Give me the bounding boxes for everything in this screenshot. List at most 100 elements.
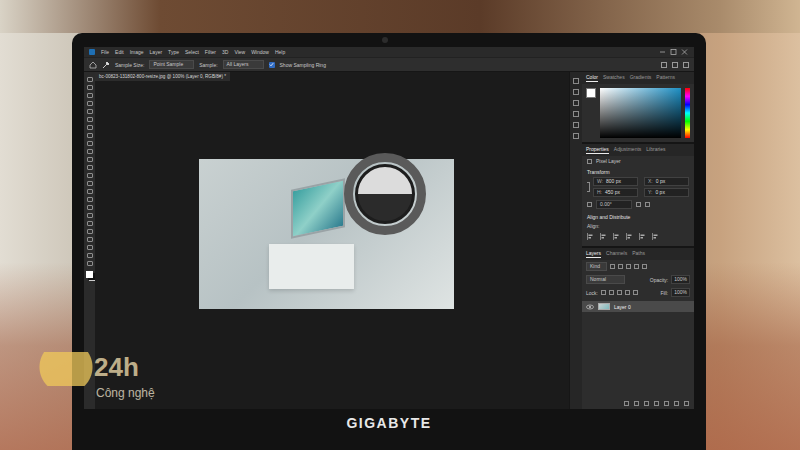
tool-icon[interactable] [87,93,93,98]
menu-item[interactable]: View [234,49,245,55]
panel-tab[interactable]: Patterns [656,74,675,82]
tool-icon[interactable] [87,133,93,138]
tool-icon[interactable] [87,101,93,106]
align-icon[interactable] [652,233,659,240]
tool-icon[interactable] [87,109,93,114]
tool-icon[interactable] [87,77,93,82]
panel-icon[interactable] [573,89,579,95]
eyedropper-icon[interactable] [102,61,110,69]
tool-icon[interactable] [87,213,93,218]
lock-icon[interactable] [633,290,638,295]
panel-icon[interactable] [573,111,579,117]
align-title[interactable]: Align and Distribute [582,211,694,221]
align-icon[interactable] [626,233,633,240]
sample-dropdown[interactable]: All Layers [223,60,264,69]
transform-field[interactable]: H:450 px [593,188,638,197]
blend-mode-dropdown[interactable]: Normal [586,275,625,284]
tool-icon[interactable] [87,165,93,170]
panel-tab[interactable]: Adjustments [614,146,642,154]
tool-icon[interactable] [87,157,93,162]
layer-action-icon[interactable] [654,401,659,406]
tool-icon[interactable] [87,117,93,122]
tool-icon[interactable] [87,205,93,210]
tool-icon[interactable] [87,253,93,258]
filter-dropdown[interactable]: Kind [586,262,607,271]
filter-icon[interactable] [610,264,615,269]
transform-title[interactable]: Transform [582,166,694,176]
eye-icon[interactable] [586,304,594,310]
panel-tab[interactable]: Layers [586,250,601,258]
panel-tab[interactable]: Properties [586,146,609,154]
layer-action-icon[interactable] [684,401,689,406]
transform-field[interactable]: W:800 px [593,177,638,186]
lock-icon[interactable] [601,290,606,295]
search-icon[interactable] [661,62,667,68]
color-spectrum[interactable] [600,88,681,138]
window-controls-icon[interactable] [659,49,689,55]
menu-item[interactable]: Layer [150,49,163,55]
filter-icon[interactable] [634,264,639,269]
tool-icon[interactable] [87,229,93,234]
panel-tab[interactable]: Channels [606,250,627,258]
menu-item[interactable]: Edit [115,49,124,55]
panel-icon[interactable] [573,100,579,106]
tool-icon[interactable] [87,125,93,130]
tool-icon[interactable] [87,85,93,90]
home-icon[interactable] [89,61,97,69]
flip-icon[interactable] [636,202,641,207]
lock-icon[interactable] [625,290,630,295]
sample-size-dropdown[interactable]: Point Sample [149,60,194,69]
layer-action-icon[interactable] [664,401,669,406]
tool-icon[interactable] [87,237,93,242]
document-tab[interactable]: bc-00823-131802-800-resize.jpg @ 100% (L… [95,72,230,81]
align-icon[interactable] [587,233,594,240]
menu-item[interactable]: Select [185,49,199,55]
menu-item[interactable]: Help [275,49,285,55]
sampling-ring-checkbox[interactable] [269,62,275,68]
transform-field[interactable]: X:0 px [644,177,689,186]
tool-icon[interactable] [87,221,93,226]
layer-action-icon[interactable] [674,401,679,406]
panel-tab[interactable]: Color [586,74,598,82]
color-swatches-icon[interactable] [86,271,93,278]
tool-icon[interactable] [87,149,93,154]
layer-row[interactable]: Layer 0 [582,301,694,312]
panel-tab[interactable]: Gradients [630,74,652,82]
filter-icon[interactable] [642,264,647,269]
tool-icon[interactable] [87,261,93,266]
tool-icon[interactable] [87,141,93,146]
panel-icon[interactable] [573,122,579,128]
panel-icon[interactable] [573,133,579,139]
link-icon[interactable] [587,182,590,192]
menu-item[interactable]: Type [168,49,179,55]
filter-icon[interactable] [618,264,623,269]
angle-field[interactable]: 0.00° [596,200,632,209]
menu-item[interactable]: Window [251,49,269,55]
tool-icon[interactable] [87,173,93,178]
tool-icon[interactable] [87,189,93,194]
menu-item[interactable]: 3D [222,49,228,55]
workspace-icon[interactable] [672,62,678,68]
lock-icon[interactable] [617,290,622,295]
layer-action-icon[interactable] [644,401,649,406]
menu-item[interactable]: Filter [205,49,216,55]
tool-icon[interactable] [87,181,93,186]
opacity-field[interactable]: 100% [671,275,690,284]
align-icon[interactable] [613,233,620,240]
tool-icon[interactable] [87,197,93,202]
flip-vertical-icon[interactable] [645,202,650,207]
transform-field[interactable]: Y:0 px [644,188,689,197]
menu-item[interactable]: Image [130,49,144,55]
menu-item[interactable]: File [101,49,109,55]
lock-icon[interactable] [609,290,614,295]
filter-icon[interactable] [626,264,631,269]
panel-icon[interactable] [573,78,579,84]
fill-field[interactable]: 100% [671,288,690,297]
panel-tab[interactable]: Swatches [603,74,625,82]
fg-bg-color-icon[interactable] [586,88,596,98]
align-icon[interactable] [639,233,646,240]
layer-action-icon[interactable] [634,401,639,406]
panel-tab[interactable]: Libraries [646,146,665,154]
panel-tab[interactable]: Paths [632,250,645,258]
align-icon[interactable] [600,233,607,240]
